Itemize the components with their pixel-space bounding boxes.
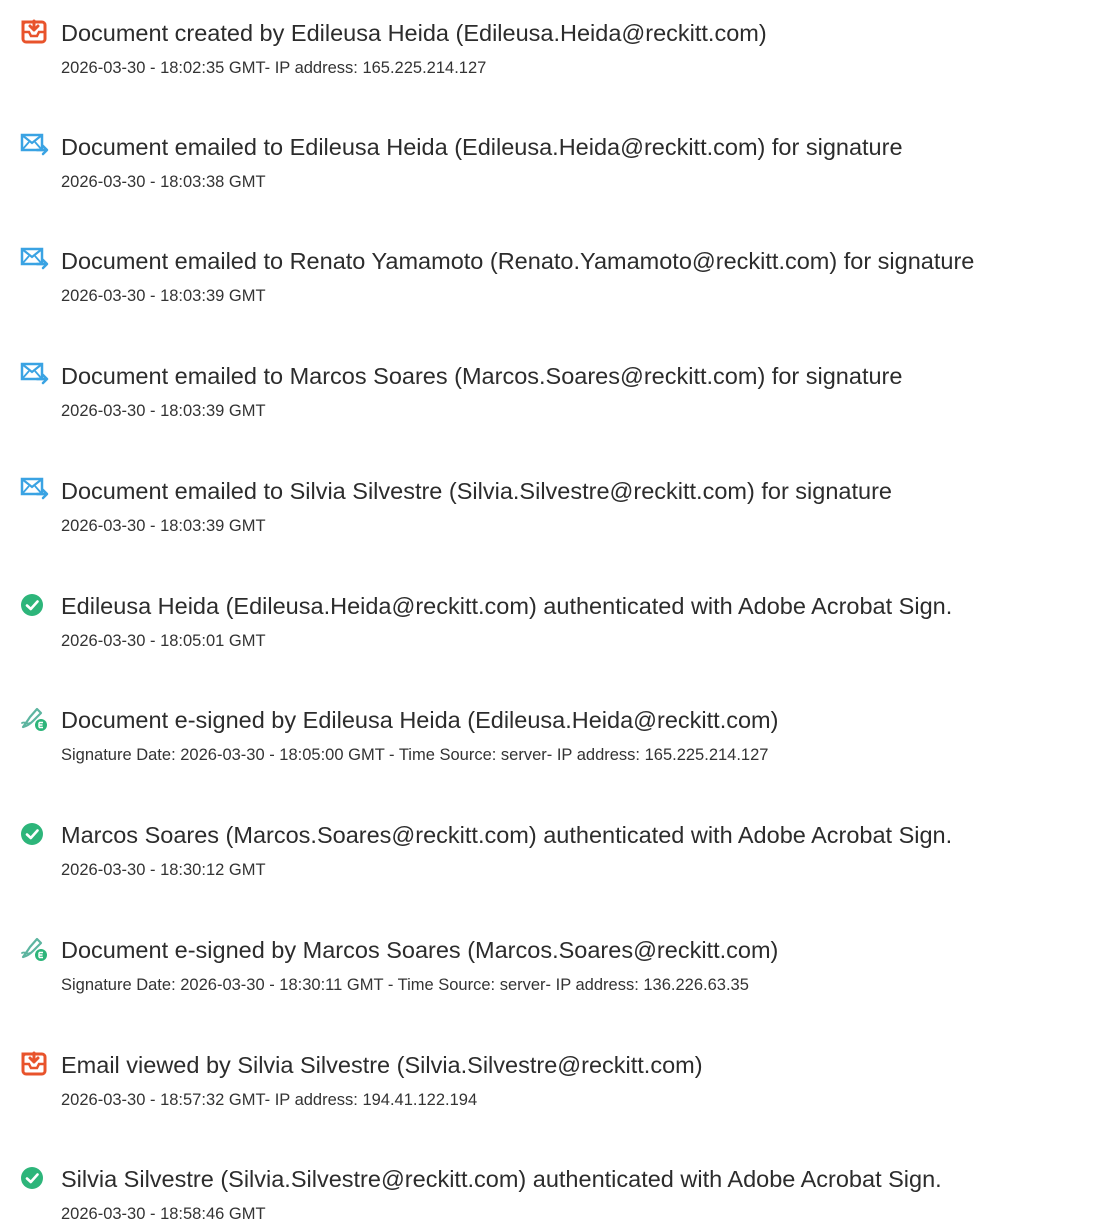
audit-event: Document emailed to Edileusa Heida (Edil… xyxy=(20,132,1100,212)
event-detail: 2026-03-30 - 18:05:01 GMT xyxy=(61,632,266,650)
check-circle-icon xyxy=(20,1164,50,1192)
email-sent-icon xyxy=(20,361,50,389)
esign-pen-icon xyxy=(20,705,50,733)
audit-event: Silvia Silvestre (Silvia.Silvestre@recki… xyxy=(20,1164,1100,1226)
audit-event: Email viewed by Silvia Silvestre (Silvia… xyxy=(20,1050,1100,1130)
event-title: Document created by Edileusa Heida (Edil… xyxy=(61,20,767,46)
event-title: Document emailed to Renato Yamamoto (Ren… xyxy=(61,248,975,274)
audit-event: Document emailed to Silvia Silvestre (Si… xyxy=(20,476,1100,556)
audit-event: Document e-signed by Edileusa Heida (Edi… xyxy=(20,705,1100,785)
audit-event: Edileusa Heida (Edileusa.Heida@reckitt.c… xyxy=(20,591,1100,671)
email-sent-icon xyxy=(20,476,50,504)
event-detail: 2026-03-30 - 18:58:46 GMT xyxy=(61,1205,266,1223)
event-detail: 2026-03-30 - 18:02:35 GMT- IP address: 1… xyxy=(61,59,487,77)
event-detail: Signature Date: 2026-03-30 - 18:05:00 GM… xyxy=(61,746,769,764)
event-detail: 2026-03-30 - 18:03:39 GMT xyxy=(61,287,266,305)
document-icon xyxy=(20,18,50,46)
event-title: Document emailed to Marcos Soares (Marco… xyxy=(61,363,903,389)
event-detail: 2026-03-30 - 18:03:39 GMT xyxy=(61,402,266,420)
event-title: Marcos Soares (Marcos.Soares@reckitt.com… xyxy=(61,822,953,848)
audit-event: Document emailed to Renato Yamamoto (Ren… xyxy=(20,246,1100,326)
check-circle-icon xyxy=(20,591,50,619)
event-detail: 2026-03-30 - 18:03:39 GMT xyxy=(61,517,266,535)
event-title: Edileusa Heida (Edileusa.Heida@reckitt.c… xyxy=(61,593,953,619)
event-detail: 2026-03-30 - 18:03:38 GMT xyxy=(61,173,266,191)
document-icon xyxy=(20,1050,50,1078)
event-detail: Signature Date: 2026-03-30 - 18:30:11 GM… xyxy=(61,976,749,994)
event-title: Silvia Silvestre (Silvia.Silvestre@recki… xyxy=(61,1166,942,1192)
audit-event: Document created by Edileusa Heida (Edil… xyxy=(20,18,1100,98)
esign-pen-icon xyxy=(20,935,50,963)
event-detail: 2026-03-30 - 18:57:32 GMT- IP address: 1… xyxy=(61,1091,478,1109)
event-title: Document emailed to Edileusa Heida (Edil… xyxy=(61,134,903,160)
email-sent-icon xyxy=(20,246,50,274)
audit-event: Marcos Soares (Marcos.Soares@reckitt.com… xyxy=(20,820,1100,900)
event-title: Document e-signed by Edileusa Heida (Edi… xyxy=(61,707,779,733)
audit-event: Document e-signed by Marcos Soares (Marc… xyxy=(20,935,1100,1015)
audit-event: Document emailed to Marcos Soares (Marco… xyxy=(20,361,1100,441)
event-title: Email viewed by Silvia Silvestre (Silvia… xyxy=(61,1052,703,1078)
email-sent-icon xyxy=(20,132,50,160)
check-circle-icon xyxy=(20,820,50,848)
event-title: Document e-signed by Marcos Soares (Marc… xyxy=(61,937,779,963)
event-title: Document emailed to Silvia Silvestre (Si… xyxy=(61,478,892,504)
event-detail: 2026-03-30 - 18:30:12 GMT xyxy=(61,861,266,879)
